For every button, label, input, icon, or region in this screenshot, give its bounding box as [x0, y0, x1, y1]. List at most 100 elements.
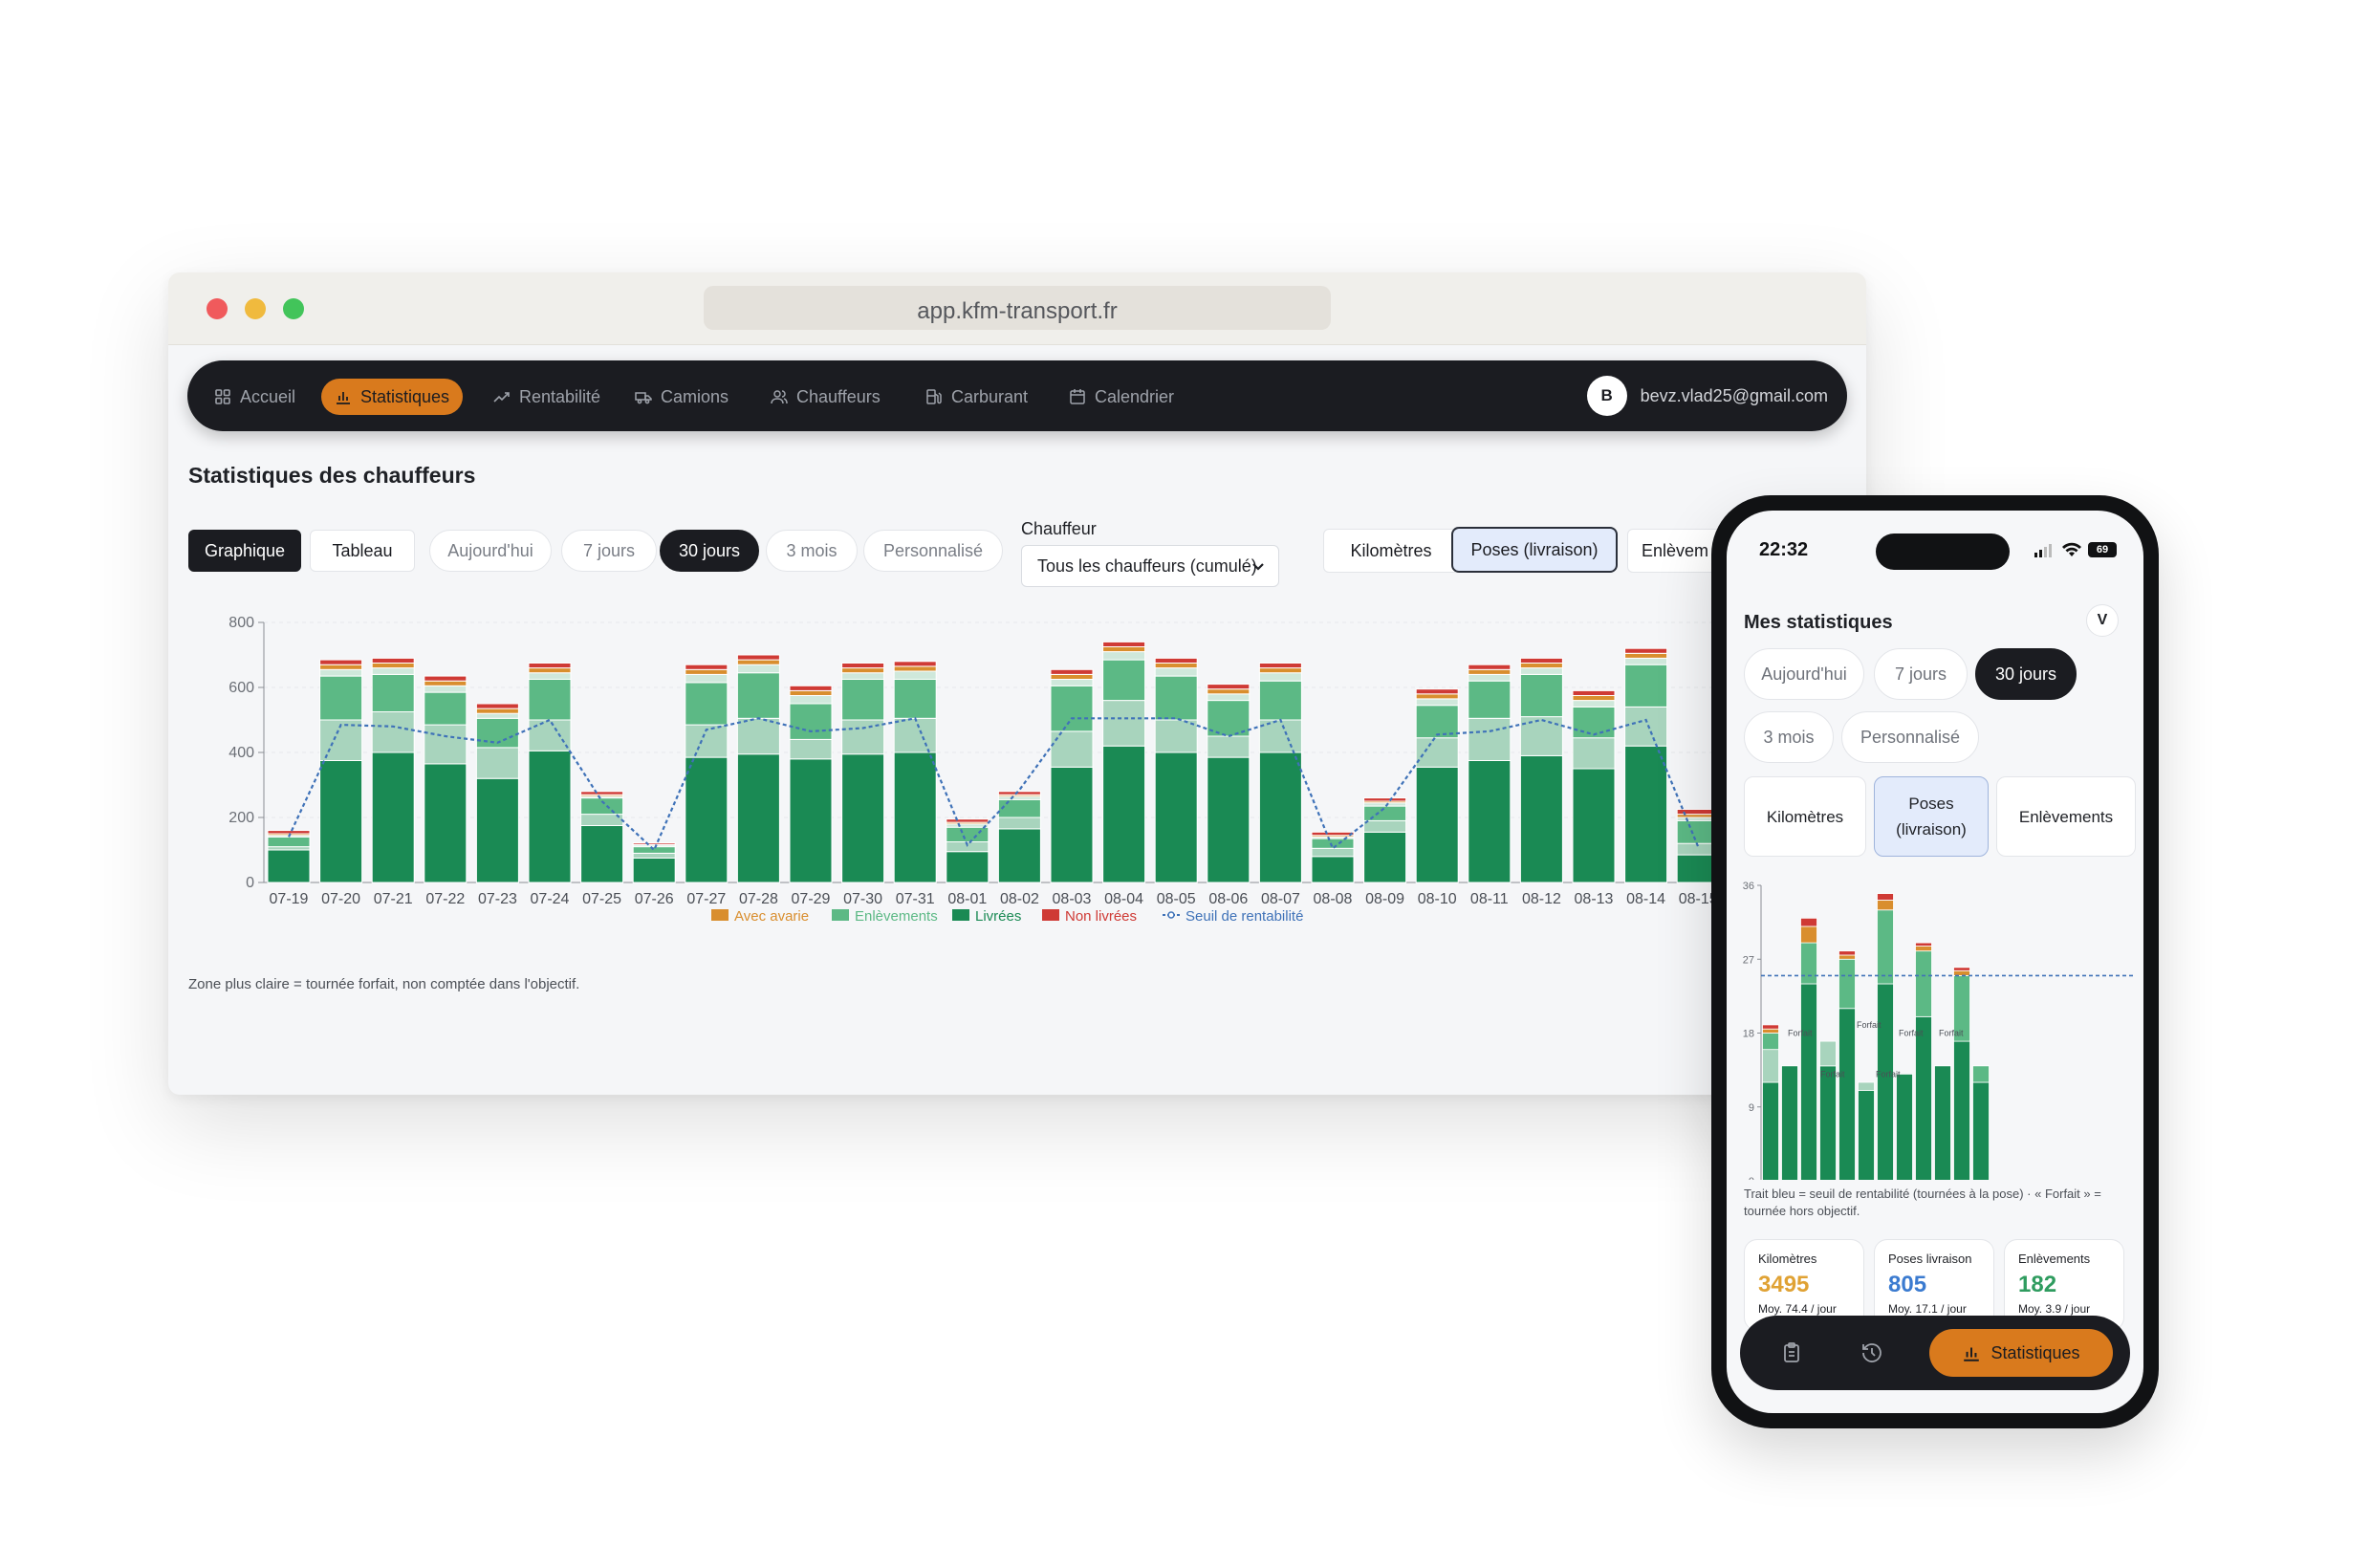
phone-period-today[interactable]: Aujourd'hui — [1744, 648, 1864, 700]
chart-footnote: Zone plus claire = tournée forfait, non … — [188, 976, 580, 992]
maximize-window-button[interactable] — [283, 298, 304, 319]
bar-segment — [1468, 673, 1512, 682]
bar-segment — [1624, 706, 1668, 747]
x-tick-label: 07-31 — [896, 891, 935, 907]
bar-segment — [1258, 667, 1302, 674]
bar-segment — [424, 724, 468, 765]
phone-metric-enlevements[interactable]: Enlèvements — [1996, 776, 2136, 857]
nav-calendrier[interactable]: Calendrier — [1055, 379, 1187, 415]
bar-segment — [1415, 737, 1459, 768]
phone-period-3m[interactable]: 3 mois — [1744, 711, 1834, 763]
address-bar[interactable]: app.kfm-transport.fr — [704, 286, 1331, 330]
forfait-label: Forfait — [1939, 1029, 1964, 1038]
bar-segment — [319, 664, 363, 670]
x-tick-label: 07-30 — [843, 891, 882, 907]
bar-segment — [1572, 737, 1616, 770]
bar-segment — [1858, 1081, 1875, 1091]
bar-segment — [1519, 673, 1563, 718]
nav-accueil[interactable]: Accueil — [201, 379, 309, 415]
bar-segment — [1258, 719, 1302, 753]
legend-swatch — [1042, 909, 1059, 921]
user-menu[interactable]: B bevz.vlad25@gmail.com — [1586, 376, 1828, 416]
minimize-window-button[interactable] — [245, 298, 266, 319]
bar-segment — [997, 798, 1041, 818]
legend-label: Seuil de rentabilité — [1186, 908, 1303, 925]
phone-period-custom[interactable]: Personnalisé — [1841, 711, 1979, 763]
metric-poses-button[interactable]: Poses (livraison) — [1451, 527, 1618, 573]
clipboard-icon[interactable] — [1780, 1341, 1803, 1364]
view-tableau-button[interactable]: Tableau — [310, 530, 415, 572]
bar-segment — [1468, 717, 1512, 762]
chevron-down-icon — [1252, 563, 1264, 571]
view-graphique-button[interactable]: Graphique — [188, 530, 301, 572]
bar-segment — [424, 763, 468, 883]
bar-segment — [789, 689, 833, 697]
x-tick-label: 07-24 — [531, 891, 570, 907]
bar-segment — [893, 665, 937, 672]
dynamic-island — [1876, 534, 2010, 570]
bar-segment — [475, 712, 519, 719]
period-30d-button[interactable]: 30 jours — [660, 530, 759, 572]
phone-metric-poses[interactable]: Poses (livraison) — [1874, 776, 1989, 857]
stat-label: Enlèvements — [2018, 1252, 2091, 1266]
collapse-button[interactable]: V — [2086, 604, 2119, 637]
page-title: Statistiques des chauffeurs — [188, 463, 476, 488]
nav-label: Carburant — [951, 386, 1029, 406]
y-tick-label: 9 — [1749, 1102, 1754, 1114]
top-navigation: Accueil Statistiques Rentabilité Camions… — [187, 360, 1847, 431]
phone-period-30d[interactable]: 30 jours — [1975, 648, 2077, 700]
bar-segment — [1838, 1008, 1856, 1180]
nav-carburant[interactable]: Carburant — [912, 379, 1041, 415]
phone-period-7d[interactable]: 7 jours — [1874, 648, 1968, 700]
forfait-label: Forfait — [1788, 1029, 1813, 1038]
chauffeur-label: Chauffeur — [1021, 519, 1097, 538]
bar-segment — [528, 679, 572, 721]
bar-segment — [371, 657, 415, 664]
bar-segment — [789, 703, 833, 740]
bar-segment — [1838, 958, 1856, 1010]
bar-segment — [1800, 926, 1817, 944]
nav-chauffeurs[interactable]: Chauffeurs — [757, 379, 894, 415]
x-tick-label: 07-22 — [425, 891, 465, 907]
bar-segment — [319, 760, 363, 883]
bar-segment — [424, 675, 468, 682]
bar-segment — [475, 777, 519, 883]
bar-segment — [1258, 663, 1302, 669]
bar-segment — [841, 663, 885, 669]
bar-segment — [1972, 1065, 1990, 1083]
bar-segment — [1207, 756, 1251, 883]
bar-segment — [632, 842, 676, 845]
close-window-button[interactable] — [207, 298, 228, 319]
bar-segment — [893, 670, 937, 680]
nav-rentabilite[interactable]: Rentabilité — [480, 379, 614, 415]
bar-segment — [1800, 917, 1817, 927]
period-custom-button[interactable]: Personnalisé — [863, 530, 1003, 572]
user-email: bevz.vlad25@gmail.com — [1640, 385, 1828, 405]
period-3m-button[interactable]: 3 mois — [766, 530, 858, 572]
wifi-icon — [2062, 542, 2081, 556]
stat-average: Moy. 3.9 / jour — [2018, 1302, 2091, 1316]
nav-camions[interactable]: Camions — [621, 379, 742, 415]
y-tick-label: 18 — [1743, 1029, 1754, 1040]
phone-title: Mes statistiques — [1744, 612, 1893, 633]
phone-stats-chart: 09182736M55A55M55A55M55A55M55A55M55A55M5… — [1743, 881, 2134, 1180]
bar-segment — [371, 751, 415, 883]
bar-segment — [1102, 641, 1146, 648]
metric-label: Kilomètres — [1766, 807, 1844, 826]
bar-segment — [1154, 663, 1198, 669]
period-today-button[interactable]: Aujourd'hui — [429, 530, 552, 572]
metric-km-button[interactable]: Kilomètres — [1323, 529, 1459, 573]
x-tick-label: 08-03 — [1053, 891, 1092, 907]
chauffeur-select[interactable]: Tous les chauffeurs (cumulé) — [1021, 545, 1279, 587]
tab-statistiques[interactable]: Statistiques — [1929, 1329, 2113, 1377]
nav-statistiques[interactable]: Statistiques — [321, 379, 464, 415]
x-tick-label: 07-29 — [792, 891, 831, 907]
phone-metric-km[interactable]: Kilomètres — [1744, 776, 1866, 857]
bar-segment — [371, 673, 415, 712]
bar-segment — [736, 753, 780, 883]
history-icon[interactable] — [1860, 1341, 1883, 1364]
period-7d-button[interactable]: 7 jours — [561, 530, 657, 572]
bar-segment — [580, 797, 624, 816]
battery-icon: 69 — [2088, 542, 2117, 557]
bar-segment — [1915, 1015, 1932, 1180]
